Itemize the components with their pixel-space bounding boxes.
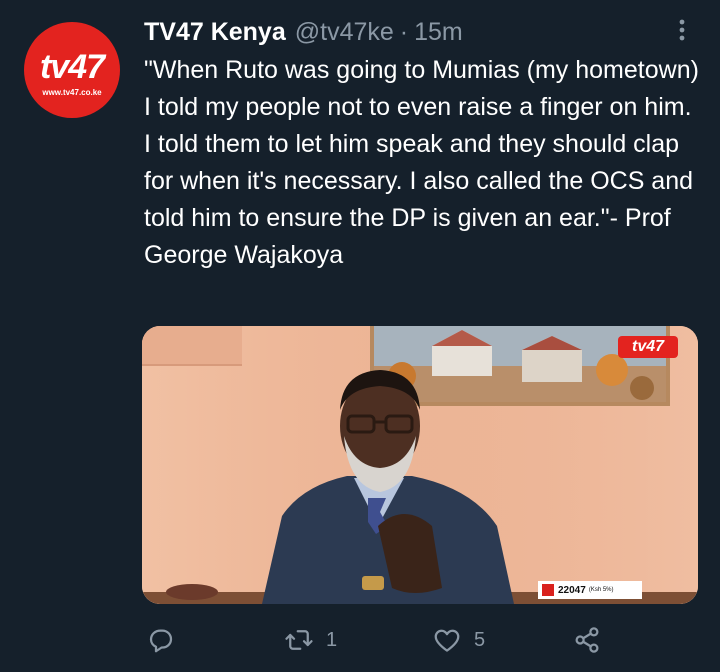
header-separator: · (399, 17, 409, 46)
ticker-icon (542, 584, 554, 596)
media-brand-logo: tv47 (618, 336, 678, 358)
reply-icon (146, 625, 176, 655)
author-handle[interactable]: @tv47ke (295, 18, 394, 47)
tweet-text: "When Ruto was going to Mumias (my homet… (144, 56, 706, 269)
like-count: 5 (474, 628, 486, 651)
heart-icon (432, 625, 462, 655)
avatar-url-text: www.tv47.co.ke (42, 88, 102, 97)
tweet-actions: 1 5 (144, 620, 704, 660)
author-display-name[interactable]: TV47 Kenya (144, 18, 286, 47)
interview-photo (142, 326, 698, 604)
retweet-icon (284, 625, 314, 655)
share-icon (572, 625, 602, 655)
tweet-header: TV47 Kenya @tv47ke · 15m (144, 14, 463, 50)
ticker-unit: (Ksh 5%) (588, 587, 614, 593)
ticker-value: 22047 (558, 584, 586, 596)
author-avatar[interactable]: tv47 www.tv47.co.ke (24, 22, 120, 118)
more-options-icon[interactable] (668, 16, 696, 44)
avatar-logo: tv47 (39, 48, 105, 86)
share-button[interactable] (572, 620, 602, 660)
reply-button[interactable] (146, 620, 176, 660)
tweet[interactable]: tv47 www.tv47.co.ke TV47 Kenya @tv47ke ·… (0, 0, 720, 672)
retweet-count: 1 (326, 628, 338, 651)
tweet-media-image[interactable]: tv47 22047 (Ksh 5%) (142, 326, 698, 604)
media-ticker: 22047 (Ksh 5%) (538, 581, 642, 599)
tweet-timestamp[interactable]: 15m (414, 18, 463, 47)
like-button[interactable]: 5 (432, 620, 485, 660)
retweet-button[interactable]: 1 (284, 620, 337, 660)
